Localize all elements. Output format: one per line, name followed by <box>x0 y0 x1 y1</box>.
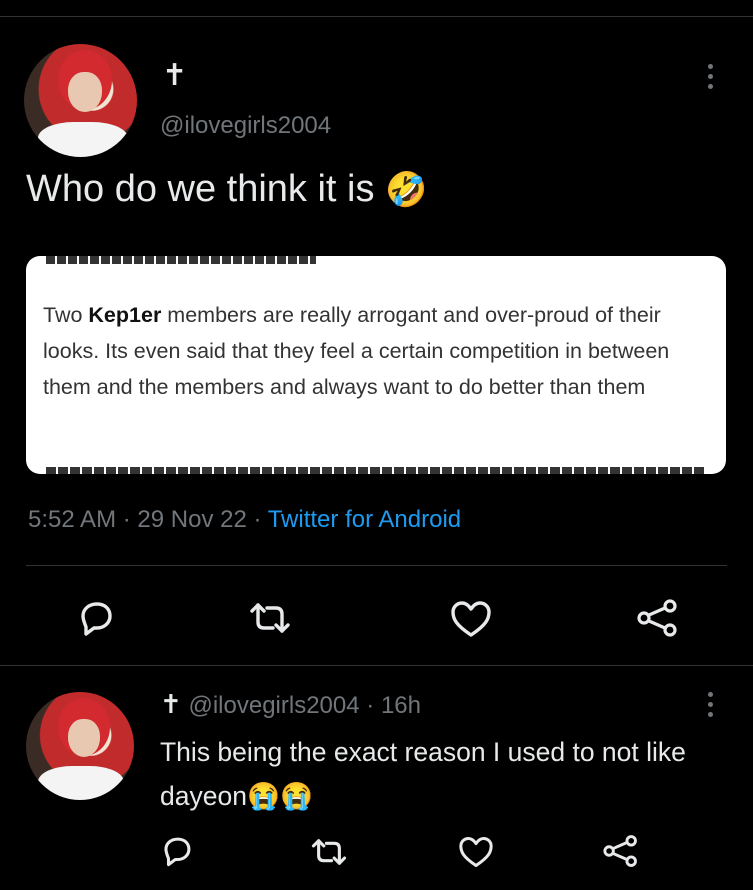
reply-display-name[interactable]: ✝ <box>160 690 182 720</box>
reply-text-content: This being the exact reason I used to no… <box>160 737 686 811</box>
like-icon[interactable] <box>450 600 492 638</box>
reply-like-icon[interactable] <box>458 836 494 868</box>
share-icon[interactable] <box>636 598 680 638</box>
tweet-text: Who do we think it is 🤣 <box>26 168 427 211</box>
reply-retweet-icon[interactable] <box>310 836 348 868</box>
quote-text-before: Two <box>43 303 89 327</box>
meta-separator: · <box>122 506 138 533</box>
reply-handle[interactable]: @ilovegirls2004 <box>188 692 359 719</box>
reply-text: This being the exact reason I used to no… <box>160 730 735 818</box>
reply-reply-icon[interactable] <box>160 834 194 868</box>
meta-separator: · <box>253 506 268 533</box>
tweet-text-content: Who do we think it is <box>26 168 375 210</box>
tweet-source[interactable]: Twitter for Android <box>268 506 461 533</box>
avatar[interactable] <box>24 44 137 157</box>
more-options-icon[interactable] <box>708 64 714 89</box>
tweet-metadata: 5:52 AM · 29 Nov 22 · Twitter for Androi… <box>28 506 461 534</box>
reply-avatar[interactable] <box>26 692 134 800</box>
reply-share-icon[interactable] <box>602 834 640 868</box>
display-name[interactable]: ✝ <box>162 58 187 93</box>
reply-separator: · <box>366 692 381 719</box>
tweet-time[interactable]: 5:52 AM <box>28 506 116 533</box>
reply-icon[interactable] <box>76 598 116 638</box>
cropped-text-top <box>46 256 316 266</box>
crying-emoji: 😭😭 <box>246 781 313 811</box>
section-divider <box>0 665 753 666</box>
handle[interactable]: @ilovegirls2004 <box>160 112 331 140</box>
retweet-icon[interactable] <box>248 600 292 636</box>
top-divider <box>0 16 753 17</box>
quote-bold-term: Kep1er <box>88 303 162 327</box>
reply-more-options-icon[interactable] <box>708 692 714 717</box>
reply-header: ✝ @ilovegirls2004 · 16h <box>160 690 421 720</box>
quoted-image[interactable]: Two Kep1er members are really arrogant a… <box>26 256 726 474</box>
meta-divider <box>26 565 727 566</box>
laughing-emoji: 🤣 <box>385 171 428 209</box>
reply-age[interactable]: 16h <box>381 692 421 719</box>
tweet-date[interactable]: 29 Nov 22 <box>137 506 246 533</box>
quote-paragraph: Two Kep1er members are really arrogant a… <box>43 297 703 405</box>
cropped-text-bottom <box>46 464 706 474</box>
